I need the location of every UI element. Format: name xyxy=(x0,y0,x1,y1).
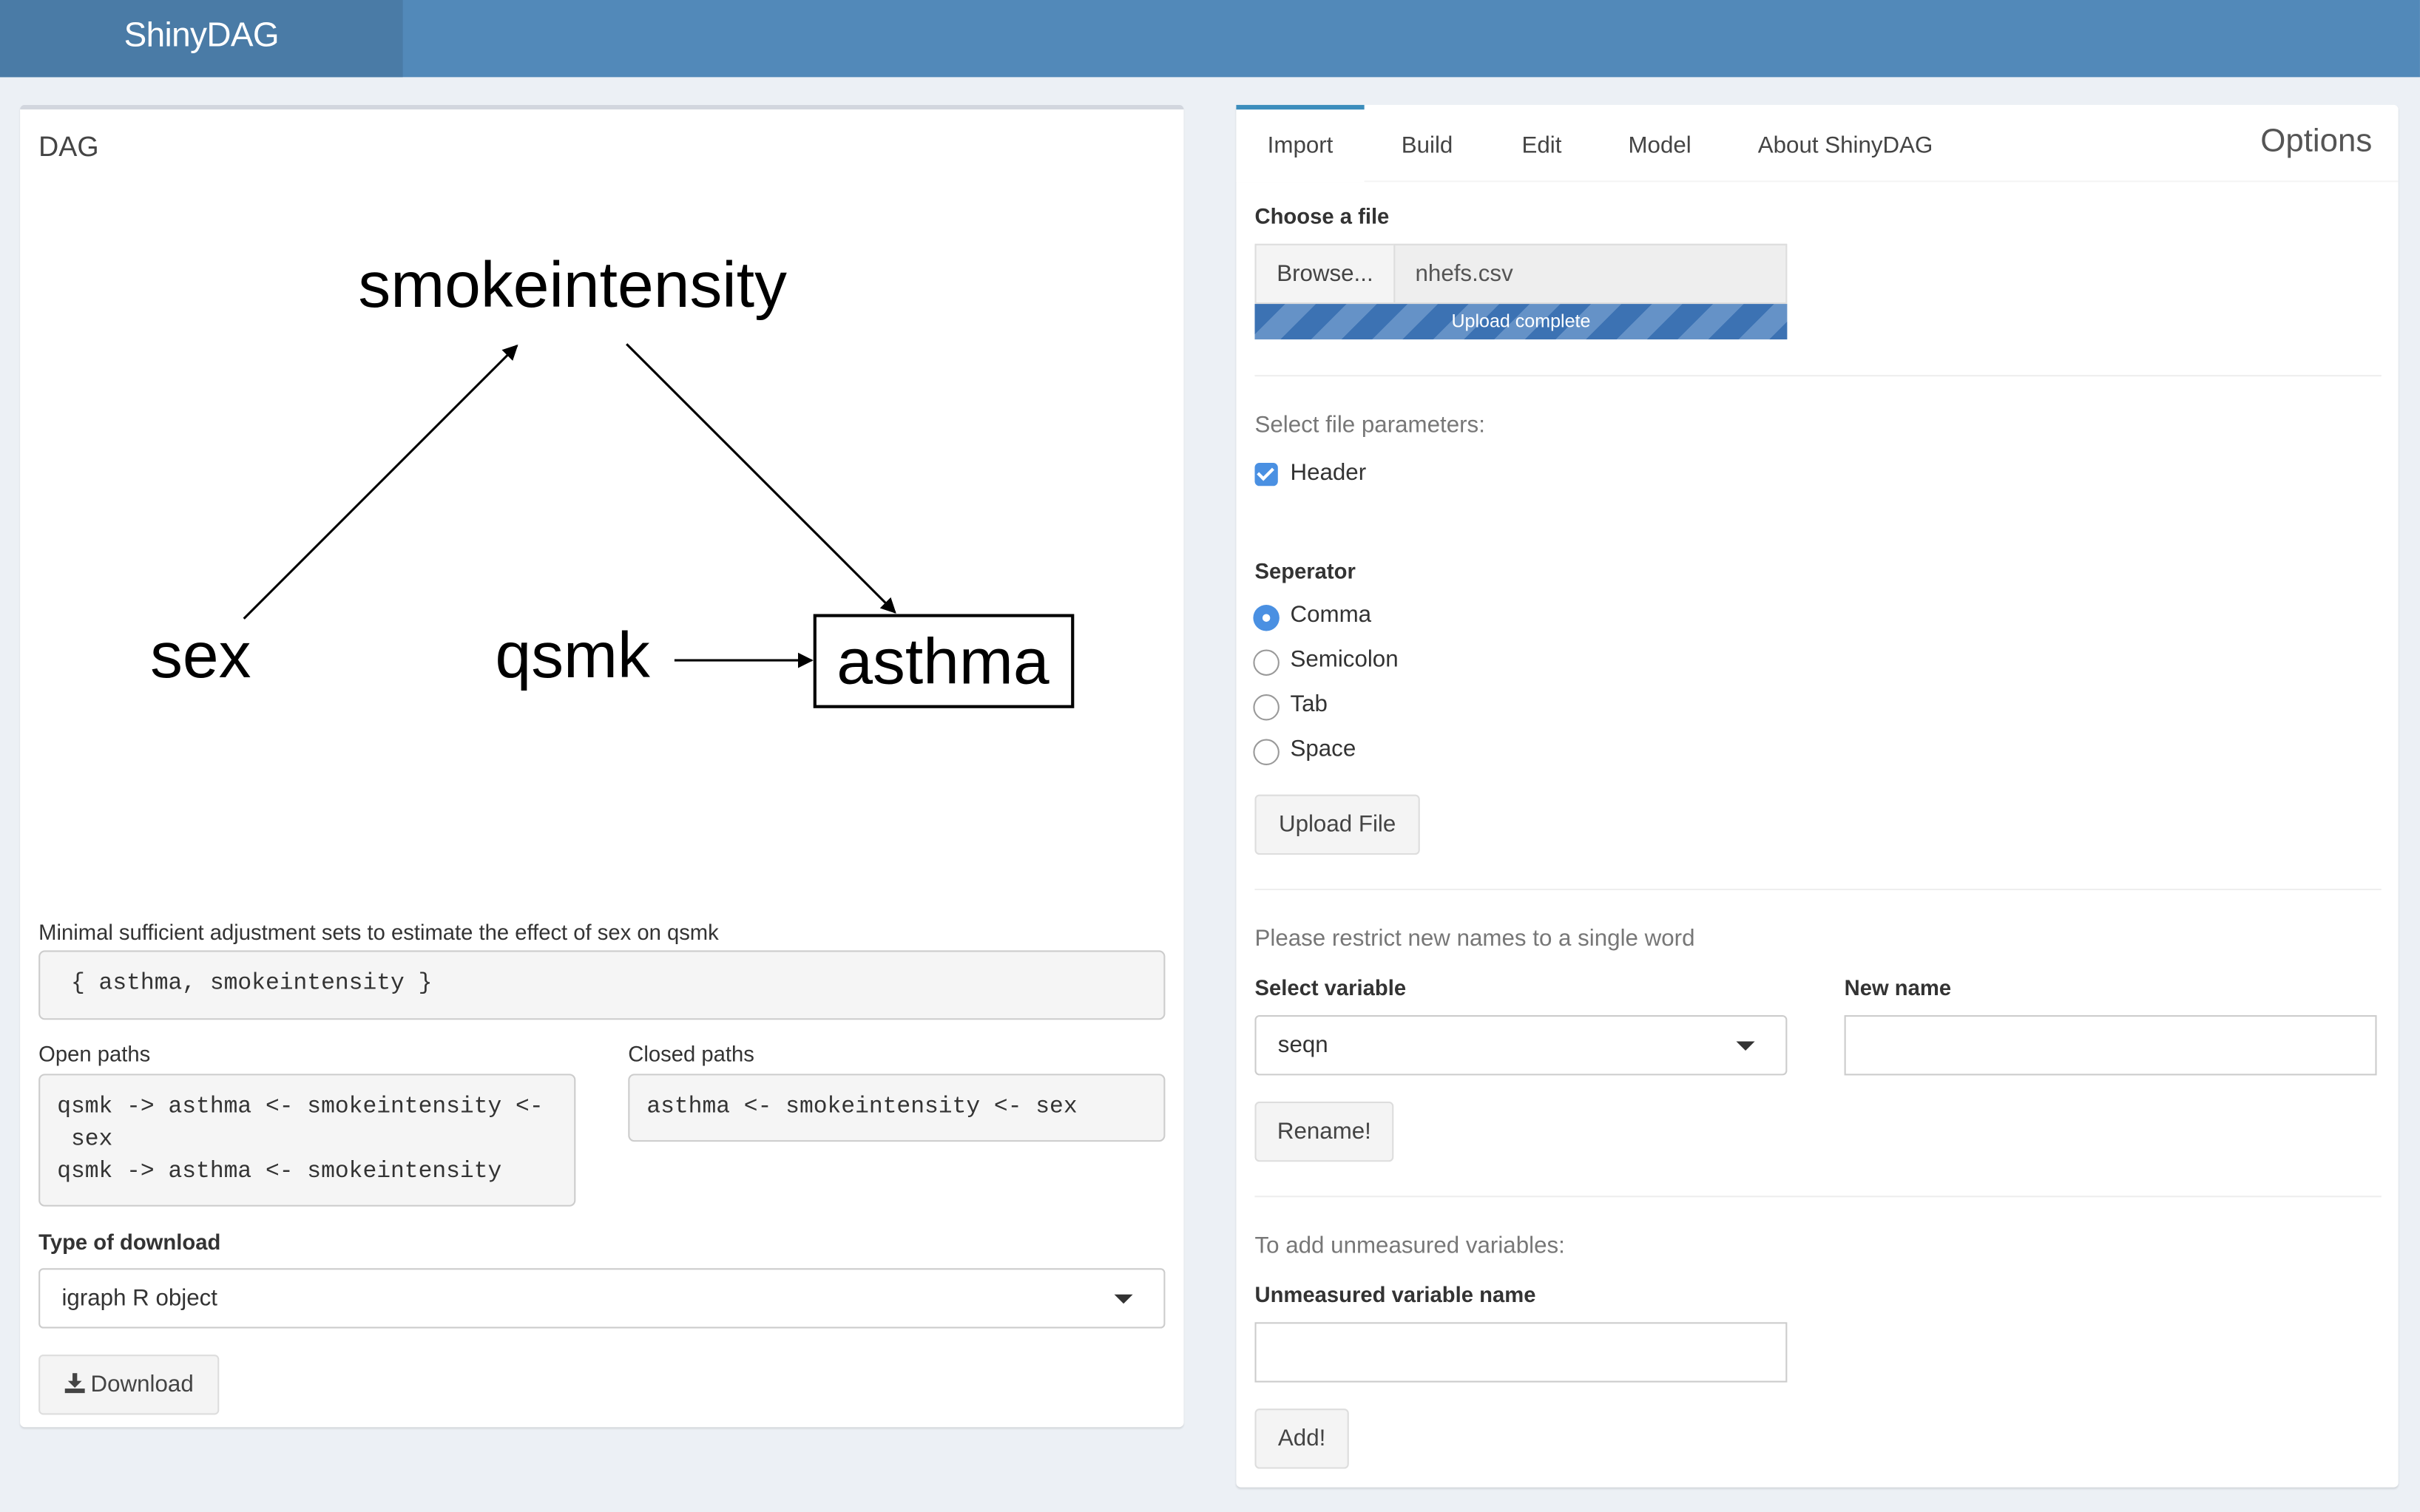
adjustment-sets-output: { asthma, smokeintensity } xyxy=(38,950,1166,1020)
node-smokeintensity: smokeintensity xyxy=(358,248,787,321)
dag-graph: smokeintensity sex qsmk asthma xyxy=(150,248,1075,708)
select-variable-value: seqn xyxy=(1277,1032,1328,1059)
separator-label: Seperator xyxy=(1254,558,1356,583)
upload-file-button[interactable]: Upload File xyxy=(1254,794,1420,855)
download-button[interactable]: Download xyxy=(38,1355,220,1415)
separator-radio-comma[interactable] xyxy=(1253,604,1280,631)
chevron-down-icon xyxy=(1736,1040,1755,1050)
node-sex: sex xyxy=(150,619,251,691)
open-paths-output: qsmk -> asthma <- smokeintensity <- sex … xyxy=(38,1074,576,1207)
unmeasured-variable-input[interactable] xyxy=(1254,1322,1788,1383)
browse-button[interactable]: Browse... xyxy=(1254,243,1396,305)
new-name-label: New name xyxy=(1844,974,1952,1000)
new-name-input[interactable] xyxy=(1844,1015,2377,1076)
download-type-label: Type of download xyxy=(38,1230,221,1255)
node-asthma: asthma xyxy=(836,625,1050,697)
separator-option-label: Tab xyxy=(1290,691,1328,718)
separator-option-label: Semicolon xyxy=(1290,646,1399,673)
download-type-select[interactable]: igraph R object xyxy=(38,1268,1166,1329)
file-params-label: Select file parameters: xyxy=(1254,412,1485,438)
options-panel: Import Build Edit Model About ShinyDAG O… xyxy=(1236,104,2399,1488)
tab-about[interactable]: About ShinyDAG xyxy=(1758,105,1933,182)
adjustment-sets-label: Minimal sufficient adjustment sets to es… xyxy=(38,919,719,945)
download-button-label: Download xyxy=(90,1372,194,1398)
node-qsmk: qsmk xyxy=(495,619,650,691)
unmeasured-hint: To add unmeasured variables: xyxy=(1254,1233,1565,1259)
divider xyxy=(1254,888,2382,891)
separator-radio-semicolon[interactable] xyxy=(1253,649,1280,676)
separator-radio-space[interactable] xyxy=(1253,739,1280,766)
dag-panel: DAG smokeintensity sex qsmk asthma Minim… xyxy=(20,104,1184,1428)
rename-button[interactable]: Rename! xyxy=(1254,1101,1394,1162)
divider xyxy=(1254,375,2382,377)
rename-hint: Please restrict new names to a single wo… xyxy=(1254,926,1695,952)
file-name-field[interactable]: nhefs.csv xyxy=(1393,243,1788,305)
app-logo[interactable]: ShinyDAG xyxy=(0,0,403,78)
divider xyxy=(1254,1196,2382,1198)
options-title: Options xyxy=(2260,123,2373,159)
tab-import[interactable]: Import xyxy=(1236,104,1365,183)
unmeasured-variable-label: Unmeasured variable name xyxy=(1254,1282,1536,1307)
separator-option-label: Comma xyxy=(1290,601,1372,628)
file-input-group: Browse... nhefs.csv Upload complete xyxy=(1254,243,1788,340)
header-checkbox-label: Header xyxy=(1290,459,1367,487)
header-checkbox[interactable] xyxy=(1254,463,1278,487)
download-type-value: igraph R object xyxy=(61,1285,218,1312)
edge-smokeintensity-asthma xyxy=(626,343,896,614)
closed-paths-output: asthma <- smokeintensity <- sex xyxy=(628,1074,1166,1142)
separator-radio-tab[interactable] xyxy=(1253,694,1280,721)
closed-paths-label: Closed paths xyxy=(628,1041,754,1066)
tab-model[interactable]: Model xyxy=(1628,105,1691,182)
select-variable-label: Select variable xyxy=(1254,974,1407,1000)
add-button[interactable]: Add! xyxy=(1254,1408,1349,1469)
download-icon xyxy=(64,1373,84,1394)
chevron-down-icon xyxy=(1114,1293,1133,1303)
dag-panel-title: DAG xyxy=(38,131,99,163)
edge-sex-smokeintensity xyxy=(243,344,518,620)
open-paths-label: Open paths xyxy=(38,1041,151,1066)
tab-build[interactable]: Build xyxy=(1402,105,1453,182)
select-variable-dropdown[interactable]: seqn xyxy=(1254,1015,1788,1076)
separator-option-label: Space xyxy=(1290,736,1356,762)
options-tabs: Import Build Edit Model About ShinyDAG O… xyxy=(1236,104,2399,183)
choose-file-label: Choose a file xyxy=(1254,203,1390,228)
tab-edit[interactable]: Edit xyxy=(1521,105,1561,182)
upload-progress-bar: Upload complete xyxy=(1254,304,1788,340)
top-navbar: ShinyDAG xyxy=(0,0,2420,78)
